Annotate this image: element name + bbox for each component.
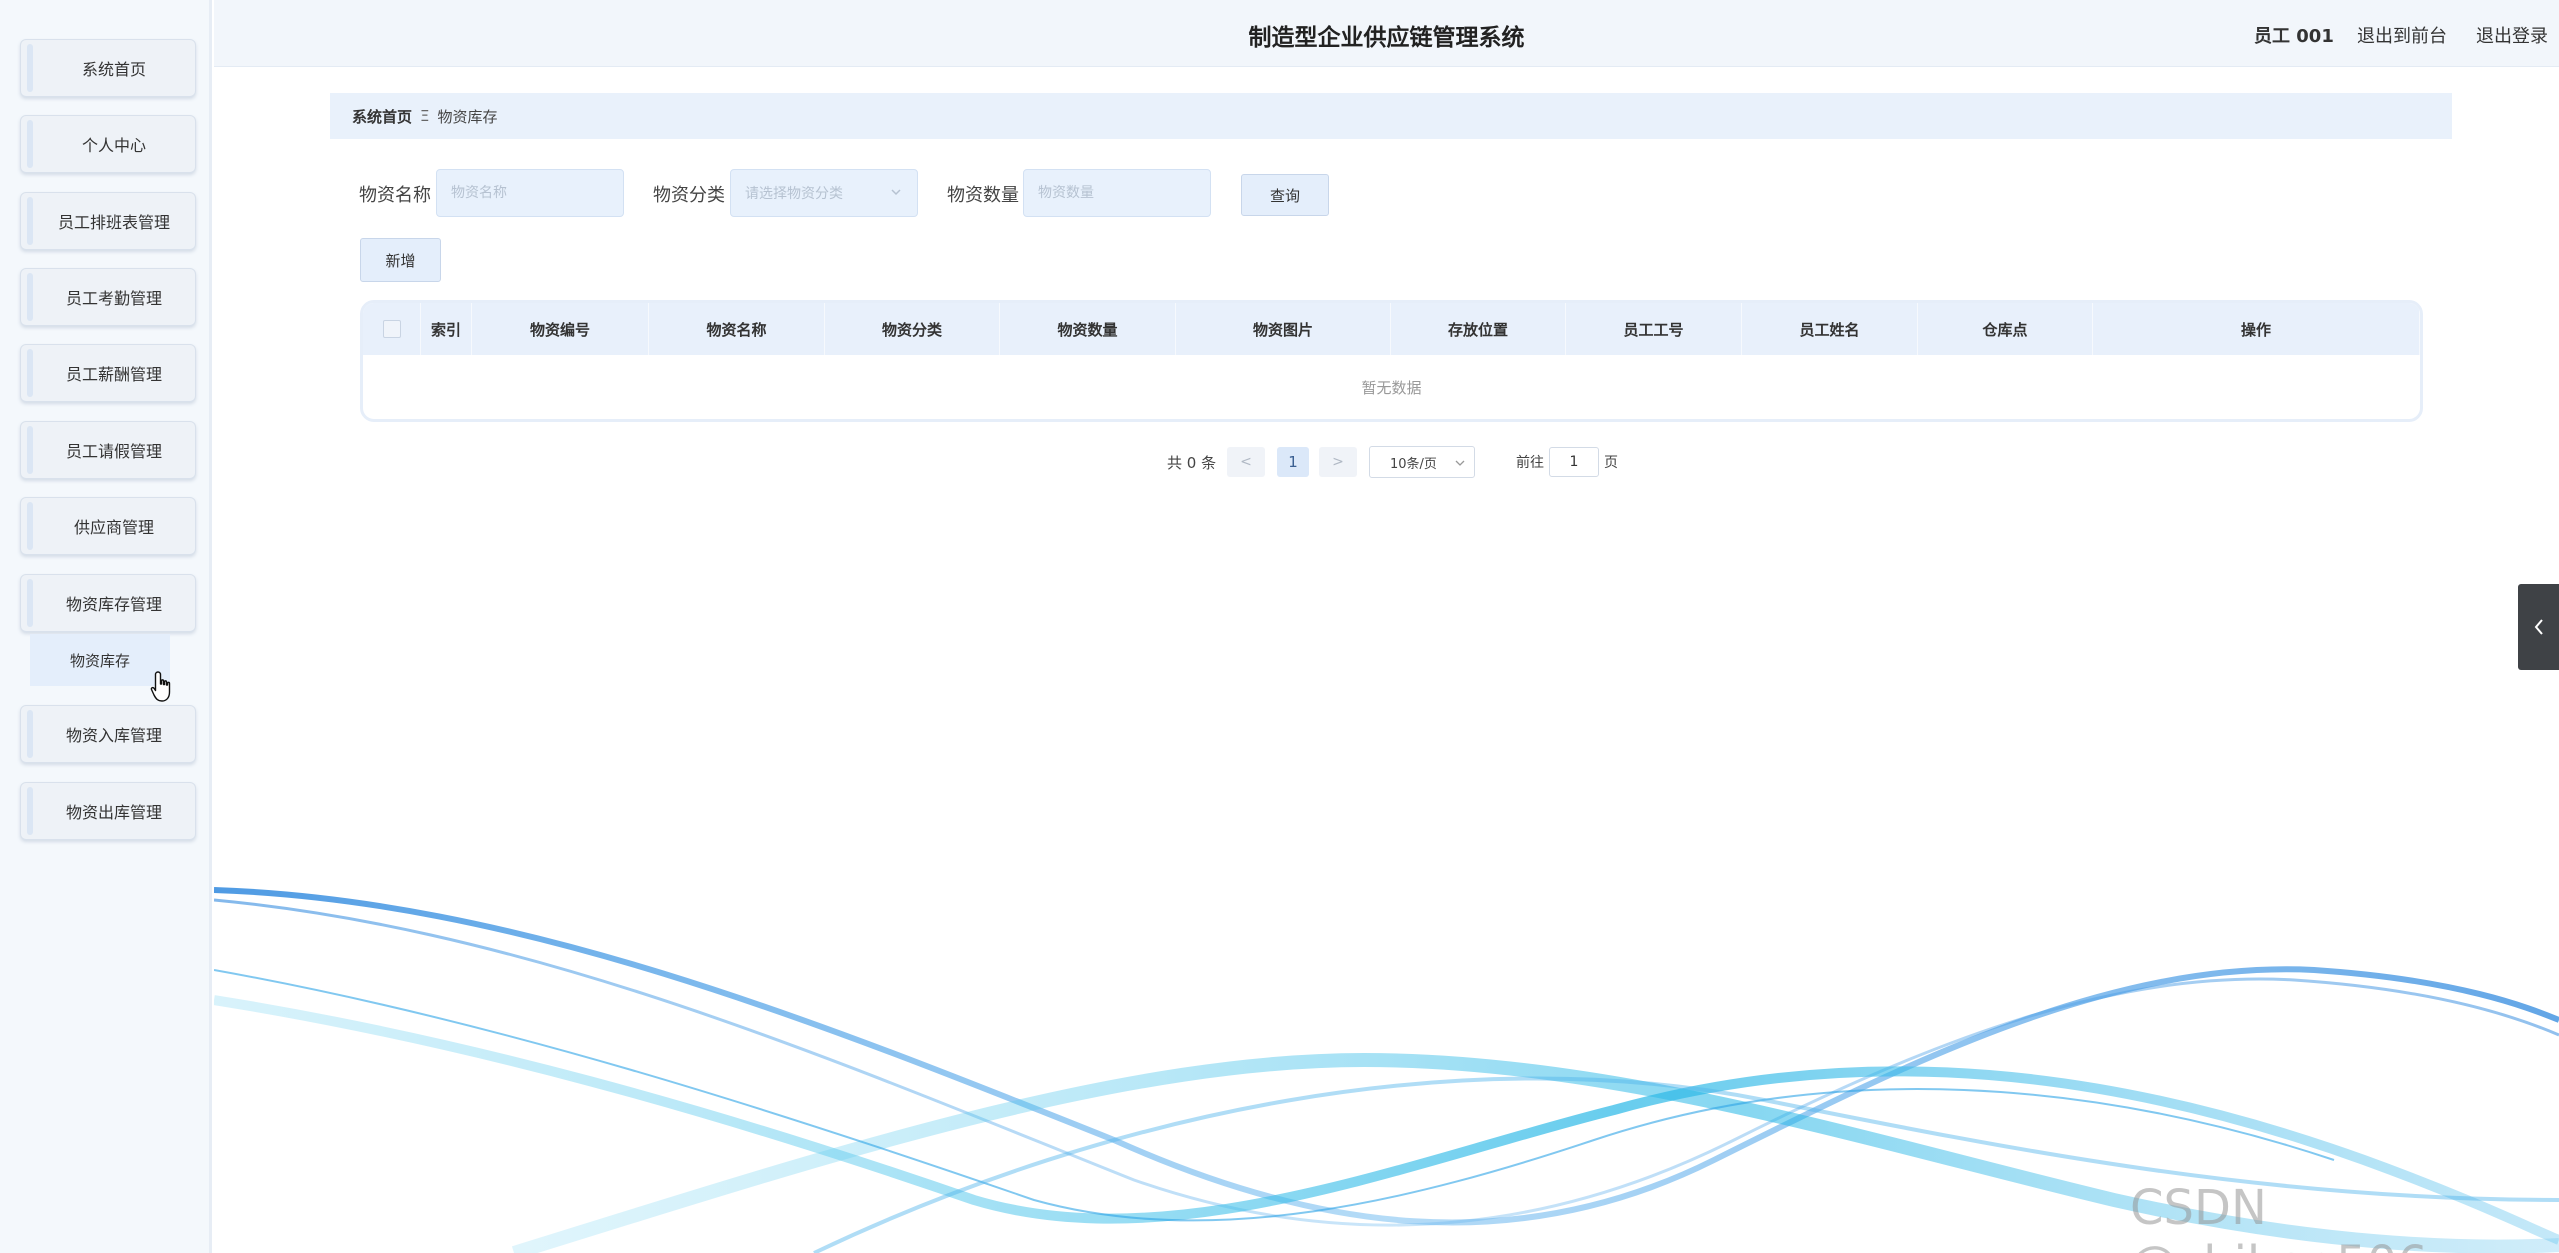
sidebar-item-label: 物资库存管理 bbox=[65, 595, 162, 614]
sidebar-item-schedule[interactable]: 员工排班表管理 bbox=[20, 192, 196, 250]
chevron-down-icon bbox=[1455, 460, 1465, 466]
menu-item-accent bbox=[27, 787, 33, 835]
goto-label: 前往 bbox=[1516, 455, 1544, 471]
current-user: 员工 001 bbox=[2254, 26, 2334, 47]
sidebar-item-label: 员工薪酬管理 bbox=[65, 365, 162, 384]
add-button[interactable]: 新增 bbox=[360, 238, 441, 282]
menu-item-accent bbox=[27, 502, 33, 550]
app-title: 制造型企业供应链管理系统 bbox=[1248, 25, 1525, 51]
breadcrumb-separator: Ξ bbox=[420, 107, 430, 125]
category-select[interactable]: 请选择物资分类 bbox=[730, 169, 918, 217]
sidebar-item-label: 员工考勤管理 bbox=[65, 289, 162, 308]
query-button[interactable]: 查询 bbox=[1241, 174, 1329, 216]
sidebar-item-stock-in[interactable]: 物资入库管理 bbox=[20, 705, 196, 763]
sidebar-item-label: 物资出库管理 bbox=[65, 803, 162, 822]
sidebar-item-label: 物资入库管理 bbox=[65, 726, 162, 745]
sidebar-item-label: 系统首页 bbox=[81, 60, 146, 79]
column-header[interactable]: 物资分类 bbox=[825, 303, 1000, 355]
sidebar-item-attendance[interactable]: 员工考勤管理 bbox=[20, 268, 196, 326]
menu-item-accent bbox=[27, 426, 33, 474]
column-header[interactable]: 仓库点 bbox=[1918, 303, 2093, 355]
select-all-checkbox[interactable] bbox=[382, 320, 401, 338]
sidebar-item-leave[interactable]: 员工请假管理 bbox=[20, 421, 196, 479]
column-header[interactable]: 操作 bbox=[2093, 303, 2420, 355]
page-size-value: 10条/页 bbox=[1390, 456, 1437, 472]
goto-page-input[interactable] bbox=[1549, 447, 1599, 477]
page-size-select[interactable]: 10条/页 bbox=[1369, 446, 1475, 478]
category-select-placeholder: 请选择物资分类 bbox=[745, 186, 843, 202]
chevron-left-icon bbox=[2534, 619, 2543, 635]
column-header[interactable]: 索引 bbox=[421, 303, 472, 355]
page-number-current[interactable]: 1 bbox=[1277, 447, 1309, 477]
background-waves bbox=[214, 887, 2559, 1253]
name-label: 物资名称 bbox=[359, 185, 431, 206]
logout-link[interactable]: 退出登录 bbox=[2476, 22, 2548, 48]
column-header[interactable]: 物资编号 bbox=[472, 303, 649, 355]
next-page-button[interactable]: > bbox=[1319, 447, 1357, 477]
category-label: 物资分类 bbox=[653, 185, 725, 206]
column-header[interactable]: 物资图片 bbox=[1176, 303, 1391, 355]
sidebar-item-label: 员工排班表管理 bbox=[57, 213, 170, 232]
quantity-input[interactable] bbox=[1023, 169, 1211, 217]
column-header[interactable]: 员工姓名 bbox=[1742, 303, 1918, 355]
chevron-down-icon bbox=[891, 189, 901, 196]
column-header[interactable]: 员工工号 bbox=[1566, 303, 1742, 355]
menu-item-accent bbox=[27, 120, 33, 168]
menu-item-accent bbox=[27, 197, 33, 245]
menu-item-accent bbox=[27, 44, 33, 92]
column-header[interactable]: 物资名称 bbox=[649, 303, 825, 355]
prev-page-button[interactable]: < bbox=[1227, 447, 1265, 477]
sidebar-item-salary[interactable]: 员工薪酬管理 bbox=[20, 344, 196, 402]
collapse-panel-button[interactable] bbox=[2518, 584, 2559, 670]
header-checkbox-cell bbox=[363, 303, 421, 355]
table-header-row: 索引 物资编号 物资名称 物资分类 物资数量 物资图片 存放位置 员工工号 员工… bbox=[363, 303, 2420, 355]
breadcrumb-current: 物资库存 bbox=[437, 107, 498, 126]
sidebar-item-inventory[interactable]: 物资库存管理 bbox=[20, 574, 196, 632]
pagination-total: 共 0 条 bbox=[1167, 454, 1217, 472]
column-header[interactable]: 物资数量 bbox=[1000, 303, 1176, 355]
sidebar-item-home[interactable]: 系统首页 bbox=[20, 39, 196, 97]
app-root: 系统首页 个人中心 员工排班表管理 员工考勤管理 员工薪酬管理 员工请假管理 供… bbox=[0, 0, 2559, 1253]
page-suffix: 页 bbox=[1604, 455, 1618, 471]
sidebar-item-personal-center[interactable]: 个人中心 bbox=[20, 115, 196, 173]
sidebar-subitem-inventory[interactable]: 物资库存 bbox=[30, 634, 170, 686]
sidebar: 系统首页 个人中心 员工排班表管理 员工考勤管理 员工薪酬管理 员工请假管理 供… bbox=[0, 0, 212, 1253]
sidebar-item-label: 员工请假管理 bbox=[65, 442, 162, 461]
menu-item-accent bbox=[27, 349, 33, 397]
breadcrumb: 系统首页 Ξ 物资库存 bbox=[330, 93, 2452, 139]
column-header[interactable]: 存放位置 bbox=[1391, 303, 1566, 355]
empty-placeholder: 暂无数据 bbox=[1361, 378, 1422, 397]
sidebar-subitem-label: 物资库存 bbox=[69, 651, 130, 670]
menu-item-accent bbox=[27, 710, 33, 758]
sidebar-item-label: 个人中心 bbox=[81, 136, 146, 155]
breadcrumb-home[interactable]: 系统首页 bbox=[352, 106, 412, 127]
menu-item-accent bbox=[27, 273, 33, 321]
name-input[interactable] bbox=[436, 169, 624, 217]
sidebar-item-label: 供应商管理 bbox=[73, 518, 154, 537]
quantity-label: 物资数量 bbox=[947, 185, 1019, 206]
sidebar-item-stock-out[interactable]: 物资出库管理 bbox=[20, 782, 196, 840]
watermark: CSDN @zhihao506 bbox=[2130, 1180, 2428, 1253]
menu-item-accent bbox=[27, 579, 33, 627]
sidebar-item-supplier[interactable]: 供应商管理 bbox=[20, 497, 196, 555]
hand-cursor-icon bbox=[150, 671, 171, 702]
back-to-front-link[interactable]: 退出到前台 bbox=[2357, 22, 2447, 48]
data-table: 索引 物资编号 物资名称 物资分类 物资数量 物资图片 存放位置 员工工号 员工… bbox=[360, 300, 2423, 422]
